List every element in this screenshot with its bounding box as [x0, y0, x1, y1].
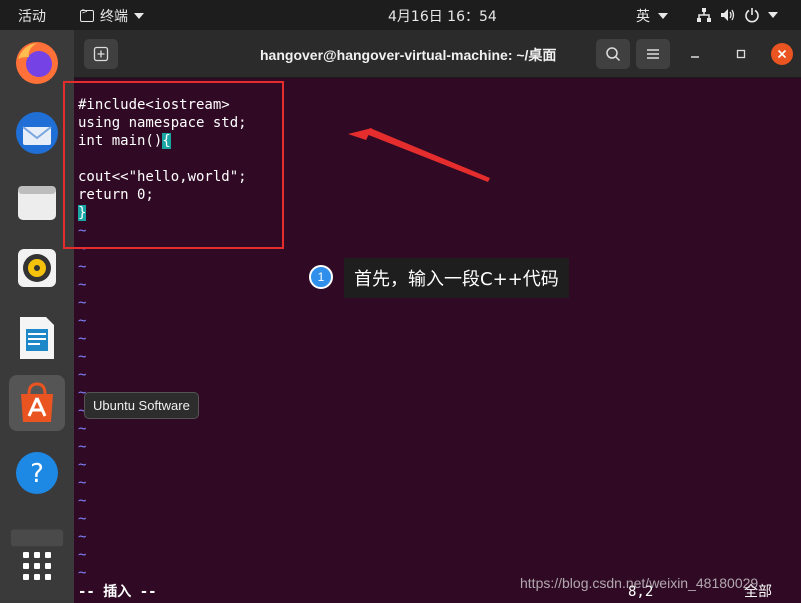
app-menu-label: 终端 — [100, 9, 128, 25]
dock-item-ubuntu-software[interactable] — [9, 375, 65, 431]
vim-mode-indicator: -- 插入 -- — [78, 584, 157, 600]
libreoffice-writer-icon — [20, 317, 54, 359]
svg-text:?: ? — [30, 459, 44, 489]
hamburger-icon — [647, 49, 659, 59]
terminal-icon — [80, 7, 94, 22]
terminal-titlebar[interactable]: hangover@hangover-virtual-machine: ~/桌面 — [74, 30, 801, 78]
chevron-down-icon — [134, 13, 144, 19]
dock-item-rhythmbox[interactable] — [9, 240, 65, 296]
dock-item-thunderbird[interactable] — [9, 105, 65, 161]
rhythmbox-icon — [18, 249, 56, 287]
network-icon — [697, 8, 711, 22]
minimize-icon — [691, 56, 699, 58]
close-icon — [777, 49, 787, 59]
system-tray[interactable] — [696, 7, 778, 23]
power-icon — [745, 8, 759, 23]
activities-button[interactable]: 活动 — [18, 6, 46, 26]
step-callout: 首先，输入一段C++代码 — [344, 258, 569, 298]
minimize-button[interactable] — [685, 44, 705, 64]
maximize-icon — [736, 49, 746, 59]
watermark: https://blog.csdn.net/weixin_48180029 — [520, 575, 759, 591]
new-tab-icon — [93, 46, 109, 62]
dock-tooltip: Ubuntu Software — [84, 392, 199, 419]
chevron-down-icon — [768, 12, 778, 18]
dock-item-writer[interactable] — [9, 310, 65, 366]
dock-item-firefox[interactable] — [9, 35, 65, 91]
step-badge: 1 — [309, 265, 333, 289]
ubuntu-software-icon — [21, 382, 53, 422]
top-panel: 活动 终端 4月16日 16：54 英 — [0, 0, 801, 30]
thunderbird-icon — [16, 112, 58, 154]
window-title: hangover@hangover-virtual-machine: ~/桌面 — [260, 47, 557, 63]
input-method-menu[interactable]: 英 — [636, 6, 668, 26]
dock-item-help[interactable]: ? — [9, 445, 65, 501]
help-icon: ? — [16, 452, 58, 494]
app-menu[interactable]: 终端 — [80, 6, 144, 26]
input-method-label: 英 — [636, 9, 650, 25]
close-button[interactable] — [771, 43, 793, 65]
volume-icon — [721, 9, 735, 21]
files-icon — [18, 186, 56, 220]
search-icon — [606, 47, 621, 62]
search-button[interactable] — [596, 39, 630, 69]
chevron-down-icon — [658, 13, 668, 19]
dock-item-files[interactable] — [9, 175, 65, 231]
menu-button[interactable] — [636, 39, 670, 69]
firefox-icon — [16, 42, 58, 84]
maximize-button[interactable] — [731, 44, 751, 64]
show-apps-icon — [23, 552, 51, 580]
new-tab-button[interactable] — [84, 39, 118, 69]
show-apps-button[interactable] — [9, 538, 65, 594]
highlight-box — [63, 81, 284, 249]
clock[interactable]: 4月16日 16：54 — [388, 6, 497, 26]
